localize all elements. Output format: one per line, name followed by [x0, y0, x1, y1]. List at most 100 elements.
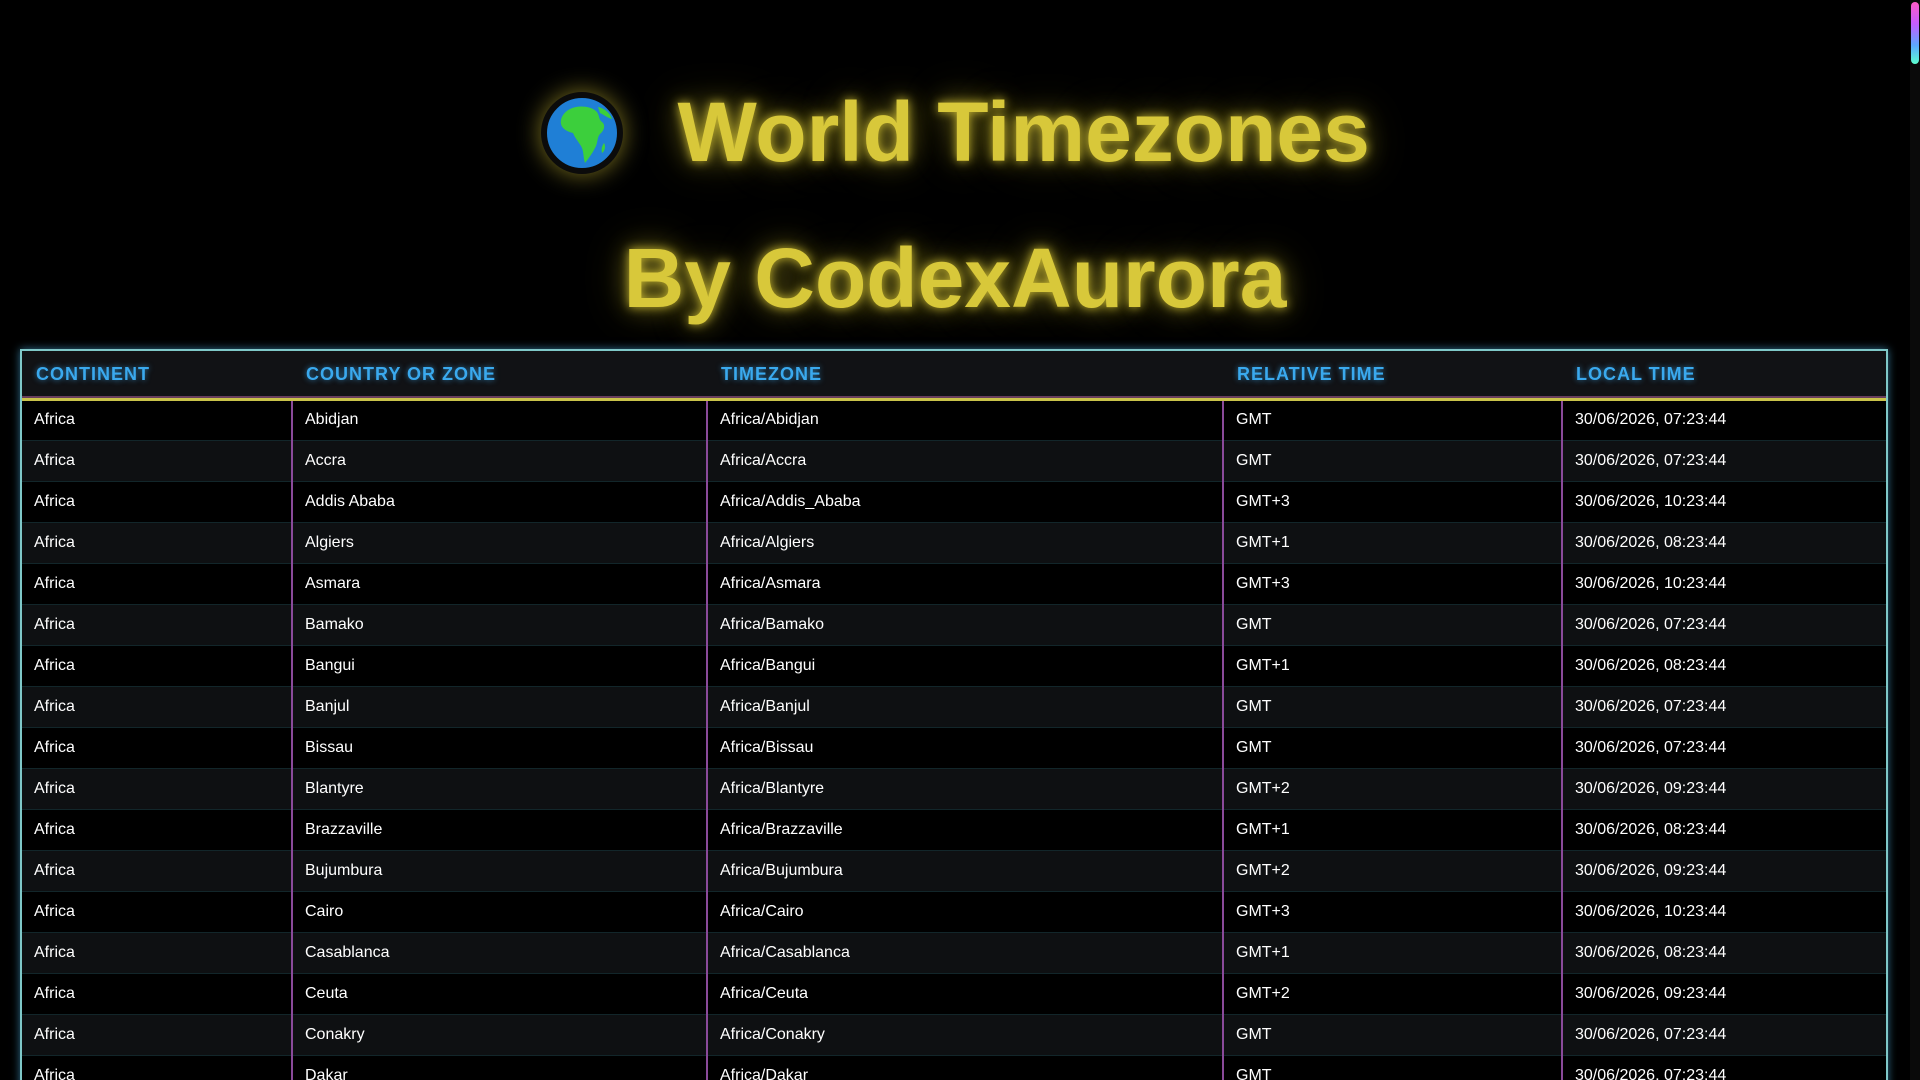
cell-timezone: Africa/Bujumbura	[707, 850, 1224, 892]
cell-country: Bujumbura	[292, 850, 708, 892]
cell-timezone: Africa/Bangui	[707, 645, 1224, 687]
column-header-country: Country or Zone	[292, 351, 707, 401]
table-row: Africa Cairo Africa/Cairo GMT+3 30/06/2026, …	[22, 891, 1886, 933]
cell-relative-time: GMT+3	[1223, 481, 1563, 523]
cell-timezone: Africa/Accra	[707, 440, 1224, 482]
table-row: Africa Asmara Africa/Asmara GMT+3 30/06/2026…	[22, 563, 1886, 605]
cell-continent: Africa	[22, 440, 293, 482]
table-row: Africa Bissau Africa/Bissau GMT 30/06/2026, …	[22, 727, 1886, 769]
cell-country: Banjul	[292, 686, 708, 728]
cell-relative-time: GMT	[1223, 1014, 1563, 1056]
cell-relative-time: GMT	[1223, 604, 1563, 646]
cell-local-time: 30/06/2026, 07:23:44	[1562, 727, 1886, 769]
table-row: Africa Conakry Africa/Conakry GMT 30/06/2026…	[22, 1014, 1886, 1056]
cell-local-time: 30/06/2026, 10:23:44	[1562, 481, 1886, 523]
cell-country: Bissau	[292, 727, 708, 769]
table-header-row: Continent Country or Zone Timezone Relative…	[22, 351, 1886, 401]
column-header-local-time: Local Time	[1562, 351, 1886, 401]
cell-continent: Africa	[22, 645, 293, 687]
cell-local-time: 30/06/2026, 07:23:44	[1562, 604, 1886, 646]
cell-local-time: 30/06/2026, 10:23:44	[1562, 563, 1886, 605]
cell-continent: Africa	[22, 850, 293, 892]
cell-timezone: Africa/Algiers	[707, 522, 1224, 564]
cell-timezone: Africa/Abidjan	[707, 399, 1224, 441]
cell-timezone: Africa/Asmara	[707, 563, 1224, 605]
cell-local-time: 30/06/2026, 09:23:44	[1562, 768, 1886, 810]
cell-local-time: 30/06/2026, 07:23:44	[1562, 1055, 1886, 1080]
cell-country: Asmara	[292, 563, 708, 605]
cell-continent: Africa	[22, 604, 293, 646]
cell-local-time: 30/06/2026, 07:23:44	[1562, 1014, 1886, 1056]
table-body: Africa Abidjan Africa/Abidjan GMT 30/06/2026…	[22, 399, 1886, 1080]
cell-timezone: Africa/Conakry	[707, 1014, 1224, 1056]
table-row: Africa Bujumbura Africa/Bujumbura GMT+2 30/0…	[22, 850, 1886, 892]
cell-relative-time: GMT+3	[1223, 563, 1563, 605]
cell-country: Accra	[292, 440, 708, 482]
cell-timezone: Africa/Brazzaville	[707, 809, 1224, 851]
cell-continent: Africa	[22, 973, 293, 1015]
cell-relative-time: GMT	[1223, 686, 1563, 728]
vertical-scrollbar[interactable]	[1910, 0, 1920, 1080]
cell-continent: Africa	[22, 686, 293, 728]
cell-relative-time: GMT	[1223, 399, 1563, 441]
cell-local-time: 30/06/2026, 10:23:44	[1562, 891, 1886, 933]
cell-relative-time: GMT	[1223, 440, 1563, 482]
cell-timezone: Africa/Bamako	[707, 604, 1224, 646]
cell-local-time: 30/06/2026, 07:23:44	[1562, 399, 1886, 441]
table-row: Africa Banjul Africa/Banjul GMT 30/06/2026, …	[22, 686, 1886, 728]
timezone-table: Continent Country or Zone Timezone Relative…	[22, 351, 1886, 1080]
cell-local-time: 30/06/2026, 08:23:44	[1562, 932, 1886, 974]
cell-timezone: Africa/Bissau	[707, 727, 1224, 769]
cell-continent: Africa	[22, 727, 293, 769]
table-row: Africa Ceuta Africa/Ceuta GMT+2 30/06/2026, …	[22, 973, 1886, 1015]
cell-country: Casablanca	[292, 932, 708, 974]
cell-continent: Africa	[22, 768, 293, 810]
cell-relative-time: GMT+1	[1223, 645, 1563, 687]
cell-relative-time: GMT+3	[1223, 891, 1563, 933]
cell-timezone: Africa/Addis_Ababa	[707, 481, 1224, 523]
cell-continent: Africa	[22, 522, 293, 564]
table-header: Continent Country or Zone Timezone Relative…	[22, 351, 1886, 401]
cell-relative-time: GMT+2	[1223, 768, 1563, 810]
table-row: Africa Accra Africa/Accra GMT 30/06/2026, 07…	[22, 440, 1886, 482]
cell-timezone: Africa/Blantyre	[707, 768, 1224, 810]
cell-local-time: 30/06/2026, 07:23:44	[1562, 686, 1886, 728]
cell-timezone: Africa/Ceuta	[707, 973, 1224, 1015]
cell-continent: Africa	[22, 891, 293, 933]
table-row: Africa Dakar Africa/Dakar GMT 30/06/2026, 07…	[22, 1055, 1886, 1080]
cell-timezone: Africa/Banjul	[707, 686, 1224, 728]
cell-continent: Africa	[22, 481, 293, 523]
cell-country: Cairo	[292, 891, 708, 933]
cell-country: Conakry	[292, 1014, 708, 1056]
globe-africa-icon	[541, 92, 624, 174]
table-row: Africa Casablanca Africa/Casablanca GMT+1 30…	[22, 932, 1886, 974]
page-title: World Timezones	[0, 84, 1910, 180]
scrollbar-thumb[interactable]	[1911, 2, 1919, 64]
cell-country: Ceuta	[292, 973, 708, 1015]
cell-continent: Africa	[22, 563, 293, 605]
cell-relative-time: GMT+2	[1223, 973, 1563, 1015]
cell-relative-time: GMT+2	[1223, 850, 1563, 892]
cell-local-time: 30/06/2026, 09:23:44	[1562, 850, 1886, 892]
cell-country: Blantyre	[292, 768, 708, 810]
table-row: Africa Bamako Africa/Bamako GMT 30/06/2026, …	[22, 604, 1886, 646]
cell-local-time: 30/06/2026, 08:23:44	[1562, 645, 1886, 687]
cell-continent: Africa	[22, 809, 293, 851]
cell-relative-time: GMT+1	[1223, 932, 1563, 974]
cell-continent: Africa	[22, 932, 293, 974]
page-subtitle: By CodexAurora	[623, 231, 1287, 325]
cell-continent: Africa	[22, 399, 293, 441]
cell-local-time: 30/06/2026, 08:23:44	[1562, 809, 1886, 851]
column-header-relative-time: Relative Time	[1223, 351, 1562, 401]
cell-country: Abidjan	[292, 399, 708, 441]
cell-local-time: 30/06/2026, 09:23:44	[1562, 973, 1886, 1015]
cell-continent: Africa	[22, 1055, 293, 1080]
title-text: World Timezones	[677, 85, 1370, 179]
timezone-table-container[interactable]: Continent Country or Zone Timezone Relative…	[20, 349, 1888, 1080]
table-row: Africa Bangui Africa/Bangui GMT+1 30/06/2026…	[22, 645, 1886, 687]
table-row: Africa Addis Ababa Africa/Addis_Ababa GMT+3…	[22, 481, 1886, 523]
cell-timezone: Africa/Casablanca	[707, 932, 1224, 974]
cell-country: Dakar	[292, 1055, 708, 1080]
cell-relative-time: GMT+1	[1223, 809, 1563, 851]
cell-country: Algiers	[292, 522, 708, 564]
